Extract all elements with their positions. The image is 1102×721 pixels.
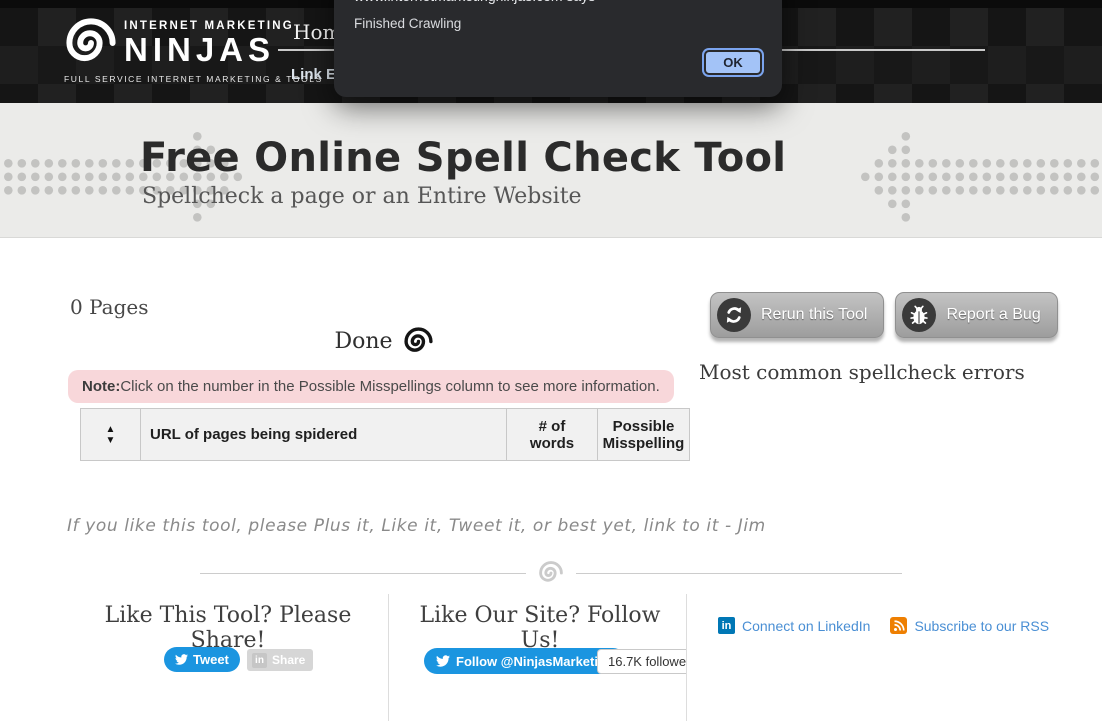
note-prefix: Note: [82, 378, 120, 395]
twitter-bird-icon [436, 654, 450, 668]
site-logo[interactable]: INTERNET MARKETING NINJAS FULL SERVICE I… [64, 16, 264, 84]
hero-banner: Free Online Spell Check Tool Spellcheck … [0, 103, 1102, 238]
ninja-swirl-logo-icon [64, 16, 118, 70]
divider-swirl-icon [538, 560, 564, 586]
linkedin-icon: in [718, 617, 735, 634]
rss-icon [890, 617, 907, 634]
tweet-button[interactable]: Tweet [164, 647, 240, 672]
note-banner: Note:Click on the number in the Possible… [68, 370, 674, 403]
nav-item-link[interactable]: Link E [291, 66, 336, 83]
linkedin-link-label: Connect on LinkedIn [742, 618, 870, 634]
refresh-icon [717, 298, 751, 332]
share-label: Share [272, 653, 305, 667]
spider-table: ▲ ▼ URL of pages being spidered # of wor… [80, 408, 690, 461]
footer-divider-1 [388, 594, 389, 721]
column-header-words: # of words [507, 409, 598, 461]
rerun-tool-button[interactable]: Rerun this Tool [710, 292, 884, 338]
sort-asc-icon[interactable]: ▲ [81, 424, 140, 435]
done-label: Done [334, 329, 392, 354]
status-done: Done [80, 326, 688, 357]
report-bug-button[interactable]: Report a Bug [895, 292, 1057, 338]
follower-count-notch [597, 656, 603, 667]
share-tool-heading: Like This Tool? Please Share! [78, 603, 378, 653]
dialog-ok-button[interactable]: OK [704, 50, 762, 75]
logo-name-text: NINJAS [124, 33, 294, 66]
column-header-url: URL of pages being spidered [141, 409, 507, 461]
linkedin-connect-link[interactable]: in Connect on LinkedIn [718, 617, 870, 634]
section-divider [200, 573, 902, 574]
dialog-origin-text: www.internetmarketingninjas.com says [354, 0, 595, 4]
common-errors-heading[interactable]: Most common spellcheck errors [699, 360, 1025, 384]
browser-alert-dialog: www.internetmarketingninjas.com says Fin… [334, 0, 782, 97]
table-header-row: ▲ ▼ URL of pages being spidered # of wor… [81, 409, 690, 461]
spinner-swirl-icon [403, 326, 434, 357]
tweet-label: Tweet [193, 652, 229, 667]
tool-buttons: Rerun this Tool Report a Bug [710, 292, 1058, 338]
dotted-arrow-left-decoration [860, 130, 1102, 228]
follower-count-text: 16.7K followers [608, 654, 686, 669]
follow-label: Follow @NinjasMarketing [456, 654, 614, 669]
sort-desc-icon[interactable]: ▼ [81, 435, 140, 446]
twitter-bird-icon [175, 653, 188, 666]
dialog-message: Finished Crawling [354, 16, 461, 31]
footer-divider-2 [686, 594, 687, 721]
bug-icon [902, 298, 936, 332]
divider-swirl-wrap [526, 560, 576, 586]
rss-link-label: Subscribe to our RSS [914, 618, 1049, 634]
column-header-misspelling: Possible Misspelling [598, 409, 690, 461]
follow-us-heading: Like Our Site? Follow Us! [400, 603, 680, 653]
follower-count: 16.7K followers [597, 649, 686, 674]
linkedin-icon: in [252, 653, 267, 668]
rerun-tool-label: Rerun this Tool [761, 306, 867, 324]
twitter-follow-button[interactable]: Follow @NinjasMarketing [424, 648, 626, 674]
pages-count: 0 Pages [70, 295, 148, 319]
page-subtitle: Spellcheck a page or an Entire Website [142, 184, 582, 209]
rss-subscribe-link[interactable]: Subscribe to our RSS [890, 617, 1049, 634]
social-links: in Connect on LinkedIn Subscribe to our … [718, 617, 1049, 634]
note-text: Click on the number in the Possible Miss… [120, 378, 659, 395]
logo-tagline: FULL SERVICE INTERNET MARKETING & TOOLS [64, 74, 264, 84]
signature-note: If you like this tool, please Plus it, L… [67, 516, 766, 536]
report-bug-label: Report a Bug [946, 306, 1040, 324]
sort-header[interactable]: ▲ ▼ [81, 409, 141, 461]
linkedin-share-button[interactable]: in Share [247, 649, 313, 671]
page-title: Free Online Spell Check Tool [140, 135, 786, 181]
page: INTERNET MARKETING NINJAS FULL SERVICE I… [0, 0, 1102, 721]
